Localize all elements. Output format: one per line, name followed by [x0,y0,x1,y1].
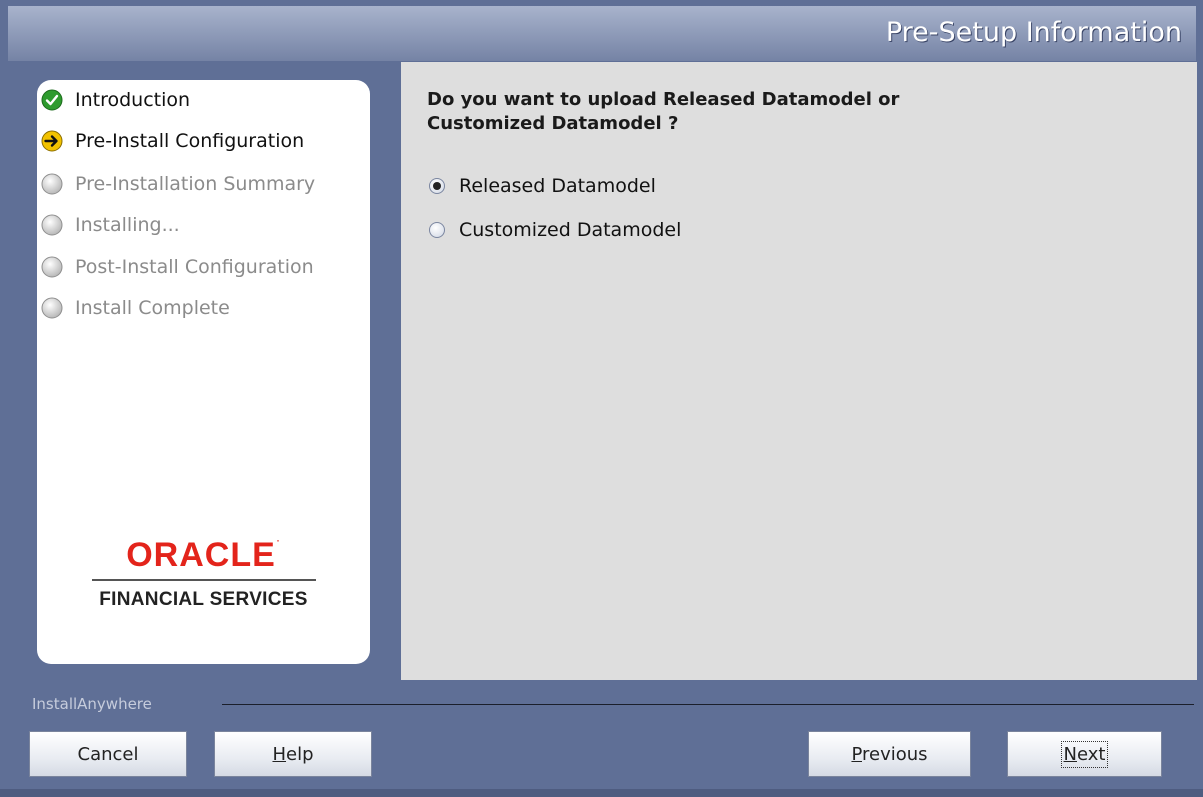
help-button[interactable]: Help [214,731,372,777]
radio-button-unchecked[interactable] [429,222,445,238]
pending-circle-icon [41,297,63,319]
check-icon [41,89,63,111]
step-label: Installing... [75,214,180,236]
cancel-button[interactable]: Cancel [29,731,187,777]
installer-brand-label: InstallAnywhere [32,695,152,713]
page-title: Pre-Setup Information [885,17,1182,48]
radio-customized-datamodel[interactable]: Customized Datamodel [429,217,681,243]
logo-subtitle: FINANCIAL SERVICES [99,589,308,610]
pending-circle-icon [41,214,63,236]
radio-label: Released Datamodel [459,175,656,197]
step-installing: Installing... [41,210,180,240]
window-bottom-edge [0,789,1203,797]
footer-divider [222,704,1194,705]
step-label: Install Complete [75,297,230,319]
logo-divider [91,579,316,581]
step-install-complete: Install Complete [41,293,230,323]
question-line-1: Do you want to upload Released Datamodel… [427,89,900,110]
step-label: Post-Install Configuration [75,256,314,278]
radio-released-datamodel[interactable]: Released Datamodel [429,173,656,199]
question-text: Do you want to upload Released Datamodel… [427,88,1107,136]
question-line-2: Customized Datamodel ? [427,113,679,134]
steps-panel: Introduction Pre-Install Configuration P… [37,80,370,664]
main-content-panel: Do you want to upload Released Datamodel… [401,62,1197,680]
step-post-install-configuration: Post-Install Configuration [41,252,314,282]
step-introduction: Introduction [41,85,190,115]
step-label: Introduction [75,89,191,111]
step-label: Pre-Installation Summary [75,173,316,195]
oracle-logo-text: ORACLE· [126,536,281,574]
step-pre-install-configuration: Pre-Install Configuration [41,126,304,156]
window-header: Pre-Setup Information [8,6,1196,61]
radio-button-checked[interactable] [429,178,445,194]
next-button[interactable]: Next [1007,731,1162,777]
oracle-financial-services-logo: ORACLE· FINANCIAL SERVICES [37,536,370,611]
previous-button[interactable]: Previous [808,731,971,777]
pending-circle-icon [41,173,63,195]
radio-label: Customized Datamodel [459,219,682,241]
step-pre-installation-summary: Pre-Installation Summary [41,169,315,199]
step-label: Pre-Install Configuration [75,130,305,152]
arrow-right-icon [41,130,63,152]
pending-circle-icon [41,256,63,278]
